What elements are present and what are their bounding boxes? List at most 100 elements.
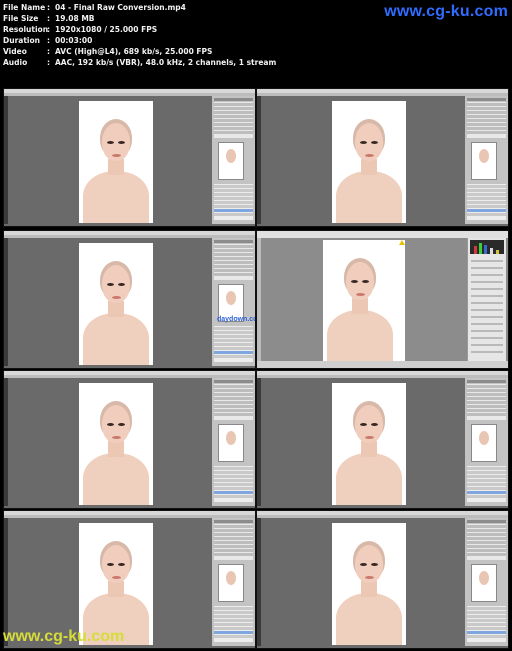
history-item[interactable] (467, 413, 506, 416)
layer-item[interactable] (467, 205, 506, 208)
layer-item[interactable] (467, 483, 506, 486)
layer-item[interactable] (467, 475, 506, 478)
history-item[interactable] (467, 107, 506, 110)
layer-item[interactable] (467, 495, 506, 498)
layer-item[interactable] (214, 479, 253, 482)
history-item[interactable] (214, 409, 253, 412)
history-item[interactable] (214, 389, 253, 392)
layer-item[interactable] (214, 355, 253, 358)
layer-item[interactable] (467, 197, 506, 200)
adjustment-slider[interactable] (471, 274, 503, 276)
layer-item[interactable] (467, 491, 506, 494)
adjustment-slider[interactable] (471, 260, 503, 262)
layer-item[interactable] (214, 619, 253, 622)
history-item[interactable] (214, 123, 253, 126)
history-item[interactable] (467, 385, 506, 388)
history-item[interactable] (467, 397, 506, 400)
history-item[interactable] (467, 111, 506, 114)
layer-item[interactable] (467, 189, 506, 192)
layer-item[interactable] (467, 479, 506, 482)
adjustment-slider[interactable] (471, 323, 503, 325)
layer-item[interactable] (467, 627, 506, 630)
history-item[interactable] (467, 533, 506, 536)
layer-item[interactable] (214, 185, 253, 188)
history-item[interactable] (214, 265, 253, 268)
layer-item[interactable] (467, 213, 506, 216)
layer-item[interactable] (214, 209, 253, 212)
tools-panel[interactable] (4, 378, 8, 506)
history-item[interactable] (214, 541, 253, 544)
history-item[interactable] (214, 269, 253, 272)
history-item[interactable] (214, 401, 253, 404)
tools-panel[interactable] (257, 96, 261, 224)
layer-item[interactable] (467, 615, 506, 618)
adjustment-slider[interactable] (471, 330, 503, 332)
history-item[interactable] (467, 529, 506, 532)
layer-item[interactable] (214, 193, 253, 196)
layer-item[interactable] (467, 185, 506, 188)
history-item[interactable] (467, 115, 506, 118)
history-item[interactable] (214, 115, 253, 118)
layer-item[interactable] (214, 343, 253, 346)
history-item[interactable] (214, 529, 253, 532)
history-item[interactable] (467, 103, 506, 106)
layer-item[interactable] (214, 627, 253, 630)
adjustment-slider[interactable] (471, 309, 503, 311)
layer-item[interactable] (467, 471, 506, 474)
layer-item[interactable] (467, 607, 506, 610)
adjustment-slider[interactable] (471, 337, 503, 339)
history-item[interactable] (214, 119, 253, 122)
history-item[interactable] (214, 553, 253, 556)
history-item[interactable] (467, 119, 506, 122)
adjustment-slider[interactable] (471, 302, 503, 304)
adjustment-slider[interactable] (471, 267, 503, 269)
layer-item[interactable] (214, 491, 253, 494)
tools-panel[interactable] (4, 96, 8, 224)
layer-item[interactable] (467, 487, 506, 490)
layer-item[interactable] (467, 619, 506, 622)
history-item[interactable] (214, 103, 253, 106)
history-item[interactable] (214, 249, 253, 252)
layer-item[interactable] (214, 213, 253, 216)
history-item[interactable] (214, 413, 253, 416)
layer-item[interactable] (214, 197, 253, 200)
history-item[interactable] (214, 385, 253, 388)
history-item[interactable] (467, 393, 506, 396)
history-item[interactable] (467, 525, 506, 528)
layer-item[interactable] (214, 205, 253, 208)
history-item[interactable] (467, 549, 506, 552)
layer-item[interactable] (214, 351, 253, 354)
history-item[interactable] (214, 545, 253, 548)
history-item[interactable] (467, 405, 506, 408)
history-item[interactable] (214, 525, 253, 528)
layer-item[interactable] (214, 335, 253, 338)
layer-item[interactable] (214, 483, 253, 486)
layer-item[interactable] (214, 607, 253, 610)
layer-item[interactable] (467, 467, 506, 470)
layer-item[interactable] (214, 495, 253, 498)
adjustment-slider[interactable] (471, 316, 503, 318)
layer-item[interactable] (467, 193, 506, 196)
history-item[interactable] (214, 127, 253, 130)
layer-item[interactable] (467, 201, 506, 204)
history-item[interactable] (214, 257, 253, 260)
layer-item[interactable] (214, 635, 253, 638)
adjustment-slider[interactable] (471, 344, 503, 346)
adjustment-slider[interactable] (471, 281, 503, 283)
layer-item[interactable] (214, 631, 253, 634)
history-item[interactable] (214, 107, 253, 110)
history-item[interactable] (214, 111, 253, 114)
history-item[interactable] (467, 545, 506, 548)
history-item[interactable] (214, 537, 253, 540)
history-item[interactable] (467, 127, 506, 130)
layer-item[interactable] (467, 631, 506, 634)
history-item[interactable] (214, 549, 253, 552)
history-item[interactable] (214, 533, 253, 536)
history-item[interactable] (467, 131, 506, 134)
adjustment-slider[interactable] (471, 295, 503, 297)
history-item[interactable] (214, 253, 253, 256)
layer-item[interactable] (467, 611, 506, 614)
tools-panel[interactable] (257, 518, 261, 646)
history-item[interactable] (467, 537, 506, 540)
tools-panel[interactable] (4, 238, 8, 366)
